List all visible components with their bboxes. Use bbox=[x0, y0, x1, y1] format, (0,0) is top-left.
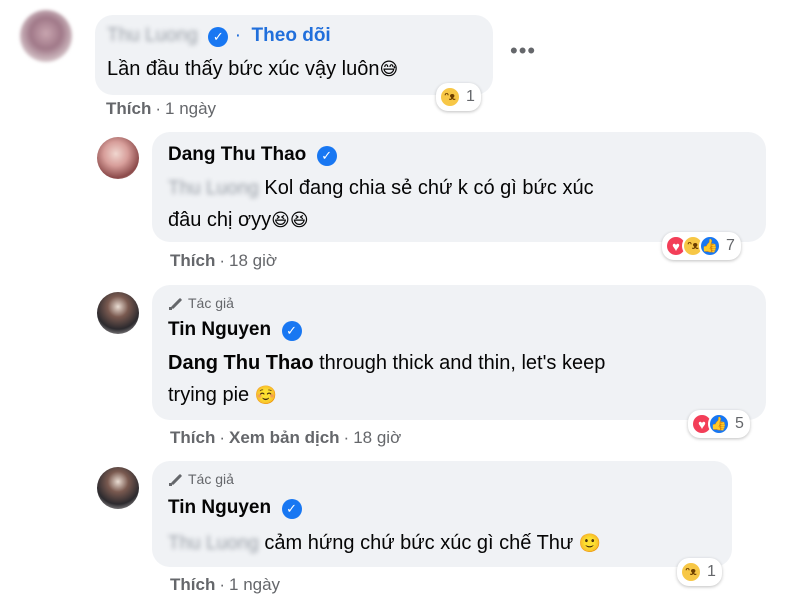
mention-blurred[interactable]: Thu Luong bbox=[168, 528, 259, 560]
timestamp[interactable]: 1 ngày bbox=[165, 99, 216, 118]
separator: · bbox=[343, 428, 350, 447]
reaction-summary[interactable]: ᵔᴥ 1 bbox=[677, 558, 722, 586]
haha-reaction-icon: ᵔᴥ bbox=[680, 561, 702, 583]
reaction-summary[interactable]: ᵔᴥ 1 bbox=[436, 83, 481, 111]
author-badge: Tác giả bbox=[188, 295, 234, 311]
like-button[interactable]: Thích bbox=[106, 99, 151, 118]
mention-link[interactable]: Dang Thu Thao bbox=[168, 352, 314, 374]
comment-text-line1: through thick and thin, let's keep bbox=[313, 352, 606, 374]
haha-reaction-icon: ᵔᴥ bbox=[439, 86, 461, 108]
emoji: 🙂 bbox=[578, 533, 602, 553]
separator: · bbox=[219, 251, 226, 270]
reaction-summary[interactable]: ♥ ᵔᴥ 👍 7 bbox=[662, 232, 741, 260]
author-badge: Tác giả bbox=[188, 471, 234, 487]
comment-actions: Thích · 18 giờ bbox=[170, 251, 277, 271]
reaction-count: 1 bbox=[707, 563, 716, 580]
verified-badge-icon: ✓ bbox=[316, 145, 337, 166]
comment-bubble: Tác giả Tin Nguyen ✓ Dang Thu Thao throu… bbox=[152, 285, 766, 420]
like-reaction-icon: 👍 bbox=[708, 413, 730, 435]
comment-bubble: Tác giả Tin Nguyen ✓ Thu Luong cảm hứng … bbox=[152, 461, 732, 567]
comment-text-line2: đâu chị ơyy bbox=[168, 209, 272, 231]
comment-bubble: Thu Luong ✓ · Theo dõi Lần đầu thấy bức … bbox=[95, 15, 493, 95]
reaction-summary[interactable]: ♥ 👍 5 bbox=[688, 410, 750, 438]
separator: · bbox=[219, 575, 226, 594]
comment-text-line1: Kol đang chia sẻ chứ k có gì bức xúc bbox=[264, 177, 594, 199]
verified-badge-icon: ✓ bbox=[208, 26, 229, 47]
timestamp[interactable]: 1 ngày bbox=[229, 575, 280, 594]
like-button[interactable]: Thích bbox=[170, 251, 215, 270]
avatar[interactable] bbox=[97, 137, 139, 179]
timestamp[interactable]: 18 giờ bbox=[229, 251, 277, 270]
avatar[interactable] bbox=[97, 467, 139, 509]
like-button[interactable]: Thích bbox=[170, 428, 215, 447]
like-button[interactable]: Thích bbox=[170, 575, 215, 594]
author-name-blurred[interactable]: Thu Luong bbox=[107, 25, 198, 47]
follow-button[interactable]: Theo dõi bbox=[252, 25, 331, 46]
like-reaction-icon: 👍 bbox=[699, 235, 721, 257]
author-name[interactable]: Tin Nguyen bbox=[168, 319, 271, 341]
comment-bubble: Dang Thu Thao ✓ Thu Luong Kol đang chia … bbox=[152, 132, 766, 242]
pen-icon bbox=[168, 471, 184, 487]
emoji: 😆😆 bbox=[271, 210, 309, 230]
verified-badge-icon: ✓ bbox=[281, 498, 302, 519]
emoji: ☺️ bbox=[254, 385, 278, 405]
translate-button[interactable]: Xem bản dịch bbox=[229, 428, 340, 447]
avatar[interactable] bbox=[20, 10, 72, 62]
avatar[interactable] bbox=[97, 292, 139, 334]
mention-blurred[interactable]: Thu Luong bbox=[168, 173, 259, 205]
separator: · bbox=[219, 428, 226, 447]
reaction-count: 5 bbox=[735, 415, 744, 432]
reaction-count: 7 bbox=[726, 237, 735, 254]
pen-icon bbox=[168, 295, 184, 311]
comment-actions: Thích · 1 ngày bbox=[170, 575, 280, 595]
reaction-count: 1 bbox=[466, 88, 475, 105]
author-name[interactable]: Tin Nguyen bbox=[168, 497, 271, 519]
more-options-icon[interactable]: ••• bbox=[510, 38, 536, 64]
comment-text: cảm hứng chứ bức xúc gì chế Thư bbox=[264, 532, 574, 554]
comment-text: Lần đầu thấy bức xúc vậy luôn bbox=[107, 58, 380, 80]
separator: · bbox=[234, 25, 242, 46]
comment-actions: Thích · Xem bản dịch · 18 giờ bbox=[170, 428, 401, 448]
emoji: 😅 bbox=[379, 59, 399, 79]
author-name[interactable]: Dang Thu Thao bbox=[168, 144, 306, 166]
verified-badge-icon: ✓ bbox=[281, 320, 302, 341]
comment-actions: Thích · 1 ngày bbox=[106, 99, 216, 119]
comment-text-line2: trying pie bbox=[168, 384, 250, 406]
timestamp[interactable]: 18 giờ bbox=[353, 428, 401, 447]
separator: · bbox=[155, 99, 162, 118]
